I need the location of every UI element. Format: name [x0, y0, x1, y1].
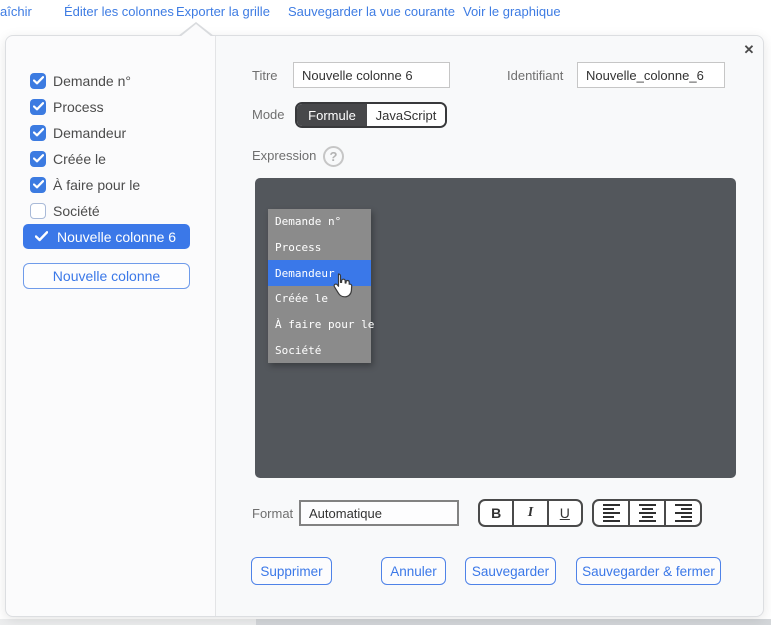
autocomplete-item-demandeur[interactable]: Demandeur: [268, 260, 371, 286]
help-icon[interactable]: ?: [323, 146, 344, 167]
column-toggle-creee-le[interactable]: Créée le: [30, 150, 106, 167]
column-selected-nouvelle-colonne-6[interactable]: Nouvelle colonne 6: [23, 224, 190, 249]
page-background-strip-dark: [256, 619, 771, 625]
autocomplete-item-a-faire-pour-le[interactable]: À faire pour le: [268, 312, 371, 338]
toolbar-link-export-grid[interactable]: Exporter la grille: [176, 4, 270, 19]
check-icon: [35, 231, 48, 242]
expression-label: Expression: [252, 148, 316, 163]
format-input[interactable]: [299, 500, 459, 526]
column-toggle-a-faire-pour-le[interactable]: À faire pour le: [30, 176, 140, 193]
columns-sidebar: Demande n° Process Demandeur Créée le À …: [6, 36, 215, 616]
mode-label: Mode: [252, 107, 285, 122]
expression-editor[interactable]: Demande n° Process Demandeur Créée le À …: [255, 178, 736, 478]
checkbox-checked-icon[interactable]: [30, 125, 46, 141]
cancel-button[interactable]: Annuler: [381, 557, 446, 585]
align-right-icon: [675, 504, 692, 522]
autocomplete-item-creee-le[interactable]: Créée le: [268, 286, 371, 312]
close-icon[interactable]: ✕: [741, 42, 757, 58]
align-center-icon: [639, 504, 656, 522]
italic-button[interactable]: I: [514, 501, 548, 525]
underline-button[interactable]: U: [549, 501, 581, 525]
checkbox-checked-icon[interactable]: [30, 177, 46, 193]
toolbar-link-edit-columns[interactable]: Éditer les colonnes: [64, 4, 174, 19]
toolbar-link-save-view[interactable]: Sauvegarder la vue courante: [288, 4, 455, 19]
autocomplete-item-demande[interactable]: Demande n°: [268, 209, 371, 235]
title-input[interactable]: [293, 62, 450, 88]
checkbox-checked-icon[interactable]: [30, 151, 46, 167]
autocomplete-item-process[interactable]: Process: [268, 235, 371, 261]
column-toggle-demande[interactable]: Demande n°: [30, 72, 131, 89]
column-label: Créée le: [53, 151, 106, 167]
column-toggle-process[interactable]: Process: [30, 98, 104, 115]
align-left-button[interactable]: [594, 501, 630, 525]
column-editor: Titre Identifiant Mode Formule JavaScrip…: [215, 36, 763, 616]
checkbox-unchecked-icon[interactable]: [30, 203, 46, 219]
top-toolbar: aîchir Éditer les colonnes Exporter la g…: [0, 0, 771, 30]
edit-columns-popover: ✕ Demande n° Process Demandeur Créée le …: [5, 35, 764, 617]
mode-option-formule[interactable]: Formule: [297, 104, 367, 126]
checkbox-checked-icon[interactable]: [30, 99, 46, 115]
new-column-button[interactable]: Nouvelle colonne: [23, 263, 190, 289]
column-toggle-societe[interactable]: Société: [30, 202, 100, 219]
align-left-icon: [603, 504, 620, 522]
toolbar-link-view-chart[interactable]: Voir le graphique: [463, 4, 561, 19]
column-toggle-demandeur[interactable]: Demandeur: [30, 124, 126, 141]
column-label: Demandeur: [53, 125, 126, 141]
autocomplete-item-societe[interactable]: Société: [268, 337, 371, 363]
mode-option-javascript[interactable]: JavaScript: [367, 104, 445, 126]
delete-button[interactable]: Supprimer: [251, 557, 332, 585]
identifier-input[interactable]: [577, 62, 725, 88]
text-style-group: B I U: [478, 499, 583, 527]
column-label: Nouvelle colonne 6: [57, 229, 176, 245]
identifier-label: Identifiant: [507, 68, 563, 83]
column-label: Process: [53, 99, 104, 115]
mode-toggle: Formule JavaScript: [295, 102, 447, 128]
bold-button[interactable]: B: [480, 501, 514, 525]
title-label: Titre: [252, 68, 278, 83]
save-button[interactable]: Sauvegarder: [465, 557, 556, 585]
save-close-button[interactable]: Sauvegarder & fermer: [576, 557, 721, 585]
column-label: Société: [53, 203, 100, 219]
align-right-button[interactable]: [666, 501, 700, 525]
align-center-button[interactable]: [630, 501, 666, 525]
column-label: Demande n°: [53, 73, 131, 89]
toolbar-link-refresh[interactable]: aîchir: [0, 4, 32, 19]
format-label: Format: [252, 506, 293, 521]
autocomplete-dropdown: Demande n° Process Demandeur Créée le À …: [268, 209, 371, 363]
checkbox-checked-icon[interactable]: [30, 73, 46, 89]
column-label: À faire pour le: [53, 177, 140, 193]
text-align-group: [592, 499, 702, 527]
